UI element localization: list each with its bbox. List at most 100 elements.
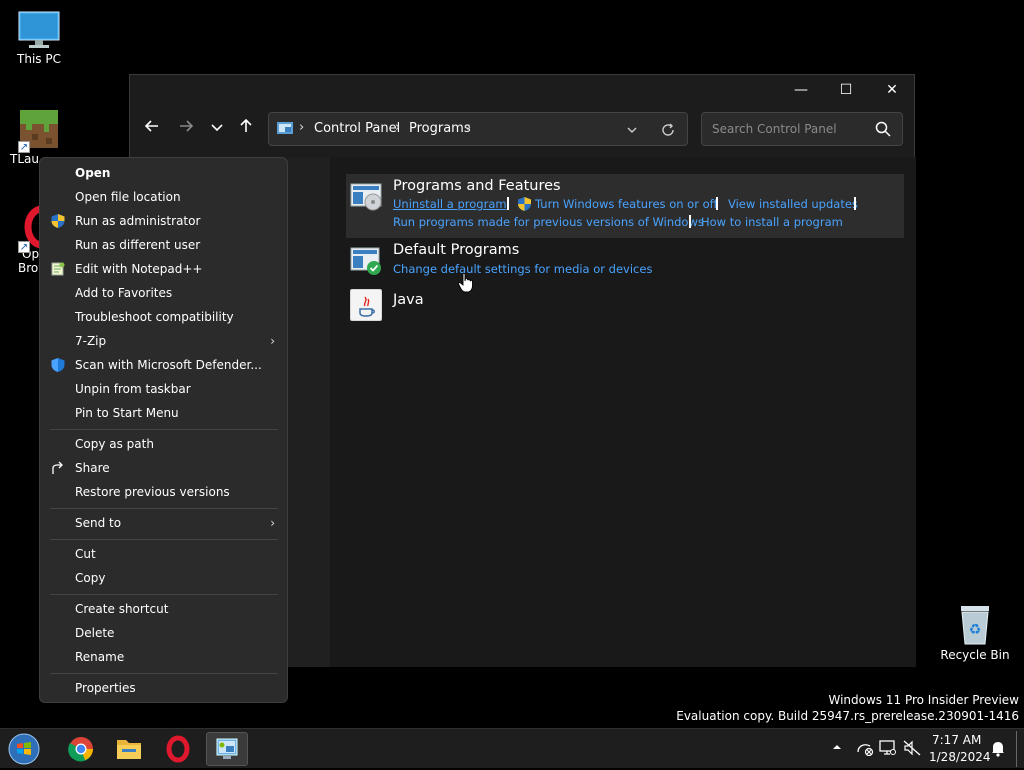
chevron-right-icon: › xyxy=(270,334,275,348)
show-hidden-icons-button[interactable] xyxy=(831,741,843,756)
back-button[interactable] xyxy=(137,115,167,143)
refresh-icon[interactable] xyxy=(661,123,675,137)
title-bar: — ☐ ✕ xyxy=(130,75,914,107)
monitor-icon xyxy=(18,11,60,48)
menu-item-copy-as-path[interactable]: Copy as path xyxy=(40,432,287,456)
tray-display[interactable] xyxy=(879,739,897,760)
desktop-icon-recycle-bin[interactable]: ♻ Recycle Bin xyxy=(940,602,1010,662)
arrow-up-icon xyxy=(240,118,252,132)
watermark-edition: Windows 11 Pro Insider Preview xyxy=(828,693,1019,707)
shortcut-arrow-icon: ↗ xyxy=(18,141,30,153)
taskbar-opera[interactable] xyxy=(157,732,199,766)
menu-item-cut[interactable]: Cut xyxy=(40,542,287,566)
breadcrumb-control-panel[interactable]: Control Panel xyxy=(314,121,400,136)
turn-windows-features-link[interactable]: Turn Windows features on or off xyxy=(535,197,718,211)
breadcrumb-programs[interactable]: Programs xyxy=(409,121,471,136)
network-disconnected-icon xyxy=(857,744,874,757)
menu-item-unpin-from-taskbar[interactable]: Unpin from taskbar xyxy=(40,377,287,401)
menu-item-create-shortcut[interactable]: Create shortcut xyxy=(40,597,287,621)
menu-item-rename[interactable]: Rename xyxy=(40,645,287,669)
navigation-bar: › Control Panel › Programs › xyxy=(130,107,914,153)
opera-icon xyxy=(166,735,190,763)
category-java: Java xyxy=(346,289,904,325)
menu-separator xyxy=(50,429,278,430)
menu-item-label: Copy xyxy=(75,571,106,585)
clock-time[interactable]: 7:17 AM xyxy=(932,733,981,747)
menu-item-7zip[interactable]: 7-Zip › xyxy=(40,329,287,353)
menu-item-open[interactable]: Open xyxy=(40,161,287,185)
menu-item-label: Scan with Microsoft Defender... xyxy=(75,358,262,372)
category-title[interactable]: Programs and Features xyxy=(393,178,561,194)
defender-shield-icon xyxy=(51,358,65,372)
bell-icon xyxy=(992,742,1004,757)
desktop-icon-label: Recycle Bin xyxy=(940,648,1010,662)
notifications-button[interactable] xyxy=(990,740,1006,760)
category-title[interactable]: Default Programs xyxy=(393,242,519,258)
menu-item-label: Pin to Start Menu xyxy=(75,406,179,420)
maximize-button[interactable]: ☐ xyxy=(823,75,869,107)
uninstall-program-link[interactable]: Uninstall a program xyxy=(393,197,507,211)
link-separator xyxy=(507,197,509,210)
menu-item-label: Share xyxy=(75,461,110,475)
run-older-programs-link[interactable]: Run programs made for previous versions … xyxy=(393,215,704,229)
menu-item-label: Open file location xyxy=(75,190,181,204)
tray-volume[interactable] xyxy=(903,740,921,759)
programs-and-features-icon xyxy=(350,183,382,211)
menu-item-delete[interactable]: Delete xyxy=(40,621,287,645)
menu-item-edit-with-notepad[interactable]: Edit with Notepad++ xyxy=(40,257,287,281)
category-default-programs: Default Programs Change default settings… xyxy=(346,240,904,280)
monitor-settings-icon xyxy=(879,740,896,755)
category-programs-and-features: Programs and Features Uninstall a progra… xyxy=(346,174,904,238)
chevron-right-icon: › xyxy=(270,516,275,530)
menu-item-pin-to-start[interactable]: Pin to Start Menu xyxy=(40,401,287,425)
start-button[interactable] xyxy=(6,732,48,766)
taskbar-file-explorer[interactable] xyxy=(108,732,150,766)
close-button[interactable]: ✕ xyxy=(869,75,915,107)
chrome-icon xyxy=(68,737,93,762)
taskbar-control-panel[interactable] xyxy=(206,732,248,766)
menu-item-send-to[interactable]: Send to › xyxy=(40,511,287,535)
menu-item-label: 7-Zip xyxy=(75,334,107,348)
recent-locations-button[interactable] xyxy=(202,115,232,143)
search-input[interactable] xyxy=(710,120,860,138)
address-bar[interactable]: › Control Panel › Programs › xyxy=(268,112,688,146)
windows-orb-icon xyxy=(8,733,40,765)
menu-item-add-to-favorites[interactable]: Add to Favorites xyxy=(40,281,287,305)
speaker-muted-icon xyxy=(903,740,921,756)
menu-item-label: Run as administrator xyxy=(75,214,201,228)
chevron-down-icon[interactable] xyxy=(626,124,638,136)
menu-item-run-as-administrator[interactable]: Run as administrator xyxy=(40,209,287,233)
menu-item-open-file-location[interactable]: Open file location xyxy=(40,185,287,209)
change-default-settings-link[interactable]: Change default settings for media or dev… xyxy=(393,262,652,276)
menu-item-label: Open xyxy=(75,166,111,180)
menu-item-troubleshoot-compatibility[interactable]: Troubleshoot compatibility xyxy=(40,305,287,329)
uac-shield-icon xyxy=(51,214,65,228)
menu-item-label: Add to Favorites xyxy=(75,286,173,300)
taskbar-chrome[interactable] xyxy=(60,732,102,766)
search-icon[interactable] xyxy=(875,121,891,137)
menu-item-properties[interactable]: Properties xyxy=(40,676,287,700)
menu-item-restore-previous-versions[interactable]: Restore previous versions xyxy=(40,480,287,504)
menu-item-run-as-different-user[interactable]: Run as different user xyxy=(40,233,287,257)
minimize-button[interactable]: — xyxy=(778,75,824,107)
category-title[interactable]: Java xyxy=(393,292,424,308)
search-box[interactable] xyxy=(701,112,903,146)
how-to-install-link[interactable]: How to install a program xyxy=(701,215,843,229)
share-icon xyxy=(52,461,63,474)
desktop-icon-this-pc[interactable]: This PC xyxy=(4,10,74,66)
clock-date[interactable]: 1/28/2024 xyxy=(929,750,991,764)
tray-network-status[interactable] xyxy=(856,740,874,759)
show-desktop-button[interactable] xyxy=(1016,731,1022,767)
menu-item-label: Run as different user xyxy=(75,238,201,252)
menu-item-share[interactable]: Share xyxy=(40,456,287,480)
view-installed-updates-link[interactable]: View installed updates xyxy=(728,197,858,211)
control-panel-icon xyxy=(216,738,238,759)
up-button[interactable] xyxy=(231,115,261,143)
svg-text:♻: ♻ xyxy=(969,622,982,638)
folder-icon xyxy=(117,740,141,759)
menu-item-copy[interactable]: Copy xyxy=(40,566,287,590)
forward-button[interactable] xyxy=(171,115,201,143)
menu-separator xyxy=(50,539,278,540)
chevron-down-icon xyxy=(211,124,223,132)
menu-item-scan-with-defender[interactable]: Scan with Microsoft Defender... xyxy=(40,353,287,377)
